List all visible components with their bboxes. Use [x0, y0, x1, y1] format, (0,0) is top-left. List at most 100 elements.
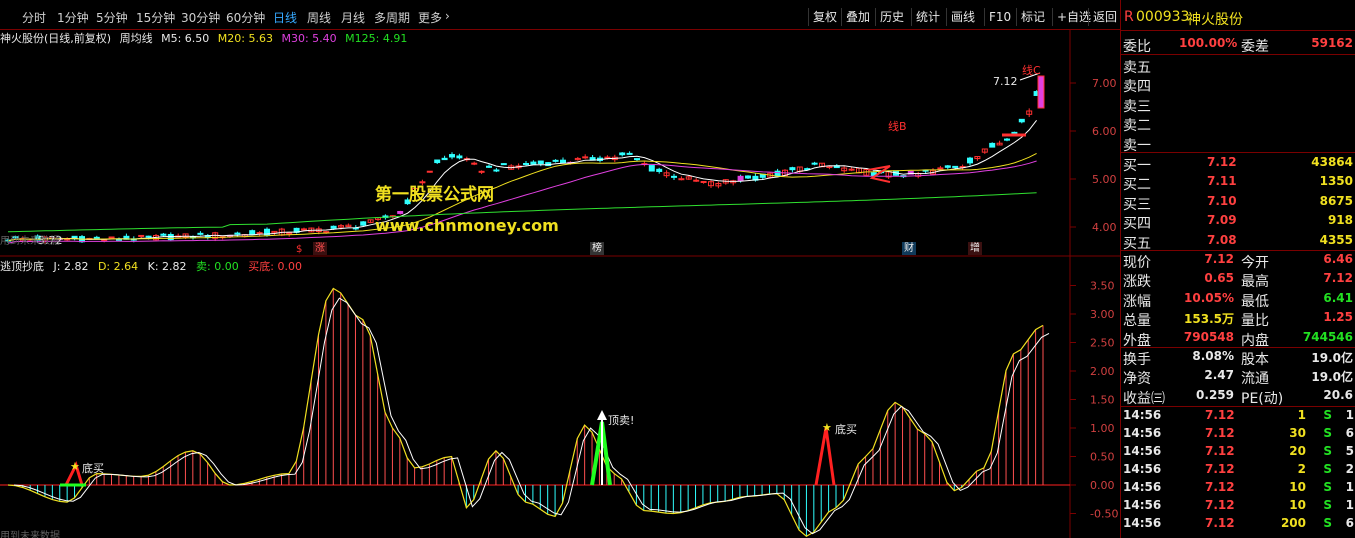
event-marker-cai[interactable]: 财 — [902, 242, 916, 255]
cell: 1 — [1345, 498, 1354, 512]
cell: 7.12 — [1205, 480, 1235, 494]
ask-row: 卖四 — [1121, 75, 1355, 96]
indicator-tick-label: 1.50 — [1090, 394, 1115, 407]
candle-body — [693, 179, 700, 182]
cell: 59162 — [1311, 36, 1353, 50]
candle-body — [656, 168, 663, 172]
cell: 1 — [1345, 408, 1354, 422]
cell: 19.0亿 — [1311, 351, 1353, 365]
cell: 最低 — [1241, 293, 1269, 310]
cell: 6 — [1345, 426, 1354, 440]
candle-body — [537, 160, 544, 165]
cell: 卖二 — [1123, 118, 1151, 135]
indicator-tick-label: 3.00 — [1090, 308, 1115, 321]
candle-body — [471, 162, 478, 165]
cell: S — [1323, 480, 1332, 494]
cell: 买二 — [1123, 177, 1151, 194]
candle-body — [441, 157, 448, 161]
candle-body — [478, 170, 485, 173]
kline-chart[interactable]: 7.00 6.00 5.00 4.00 3.50 3.00 2.50 2.00 1.50 1.00… — [0, 0, 1120, 538]
quote-stat-row: 外盘 790548 内盘 744546 — [1121, 329, 1355, 349]
cell: 买三 — [1123, 196, 1151, 213]
event-marker-zhang[interactable]: 涨 — [313, 242, 327, 255]
quote-stat-row: 涨跌 0.65 最高 7.12 — [1121, 270, 1355, 291]
cell: 净资 — [1123, 371, 1151, 388]
indicator-tick-label: 0.00 — [1090, 479, 1115, 492]
bid-row: 买三 7.10 8675 — [1121, 193, 1355, 213]
cell: 0.65 — [1204, 271, 1234, 286]
candle-body — [108, 236, 115, 239]
cell: 委比 — [1123, 39, 1151, 55]
tick-row: 14:56 7.12 10 S 1 — [1121, 479, 1355, 498]
cell: 委差 — [1241, 39, 1269, 55]
cell: 卖三 — [1123, 98, 1151, 115]
star-icon: ★ — [822, 421, 832, 434]
candle-body — [604, 156, 611, 159]
event-marker-zeng[interactable]: 增 — [968, 242, 982, 255]
cell: S — [1323, 408, 1332, 422]
indicator-tick-label: 2.50 — [1090, 337, 1115, 350]
stock-name: 神火股份 — [1187, 12, 1243, 28]
candle-body — [560, 159, 566, 163]
cell: 14:56 — [1123, 444, 1162, 458]
candle-body — [848, 168, 855, 171]
candle-body — [160, 233, 167, 236]
candle-body — [116, 238, 122, 241]
cell: 7.12 — [1204, 252, 1234, 266]
candle-body — [1011, 131, 1018, 134]
top-sell-label: 顶卖! — [608, 414, 635, 427]
tick-row: 14:56 7.12 2 S 2 — [1121, 461, 1355, 480]
candle-body — [737, 175, 744, 182]
cell: 10.05% — [1184, 290, 1234, 305]
cell: 买一 — [1123, 158, 1151, 174]
cell: 7.08 — [1207, 232, 1237, 247]
quote-stat-row: 总量 153.5万 量比 1.25 — [1121, 309, 1355, 330]
cell: 卖四 — [1123, 79, 1151, 96]
cell: 量比 — [1241, 313, 1269, 330]
event-marker-s[interactable]: $ — [294, 243, 304, 256]
candle-body — [648, 165, 655, 172]
tick-row: 14:56 7.12 20 S 5 — [1121, 443, 1355, 462]
cell: 6 — [1345, 516, 1354, 530]
cell: 最高 — [1241, 274, 1269, 291]
candle-body — [1018, 118, 1025, 123]
finance-row: 收益㈢ 0.259 PE(动) 20.6 — [1121, 387, 1355, 407]
cell: 今开 — [1241, 255, 1269, 271]
tick-row: 14:56 7.12 1 S 1 — [1121, 407, 1355, 426]
cell: 7.09 — [1207, 213, 1237, 228]
order-ratio-row: 委比 100.00% 委差 59162 — [1121, 35, 1355, 55]
cell: 2 — [1345, 462, 1354, 476]
candle-body — [626, 152, 633, 155]
candle-body — [500, 163, 507, 166]
cell: 14:56 — [1123, 516, 1162, 530]
cell: 7.12 — [1323, 271, 1353, 286]
candle-body — [523, 162, 529, 165]
candle-body — [486, 165, 492, 168]
cell: 14:56 — [1123, 498, 1162, 512]
quote-stat-row: 现价 7.12 今开 6.46 — [1121, 251, 1355, 271]
cell: 1350 — [1319, 174, 1353, 189]
event-marker-bang[interactable]: 榜 — [590, 242, 604, 255]
cell: 20.6 — [1323, 387, 1353, 402]
indicator-tick-label: 1.00 — [1090, 422, 1115, 435]
cell: 7.12 — [1205, 462, 1235, 476]
candle-body — [138, 234, 145, 237]
candle-body — [745, 175, 751, 179]
cell: 1 — [1345, 480, 1354, 494]
cell: 14:56 — [1123, 426, 1162, 440]
cell: 14:56 — [1123, 408, 1162, 422]
candle-body — [493, 169, 500, 172]
cell: 100.00% — [1179, 36, 1238, 50]
cell: 20 — [1289, 444, 1306, 458]
price-tick-label: 5.00 — [1092, 173, 1117, 186]
cell: 918 — [1327, 213, 1353, 228]
cell: PE(动) — [1241, 390, 1284, 407]
cell: 10 — [1289, 480, 1306, 494]
candle-body — [619, 152, 626, 156]
candle-body — [789, 167, 796, 171]
r-badge: R — [1124, 9, 1134, 25]
cell: 收益㈢ — [1123, 390, 1165, 407]
cell: 744546 — [1302, 329, 1353, 344]
cell: 0.259 — [1196, 387, 1234, 402]
candle-body — [456, 155, 463, 159]
